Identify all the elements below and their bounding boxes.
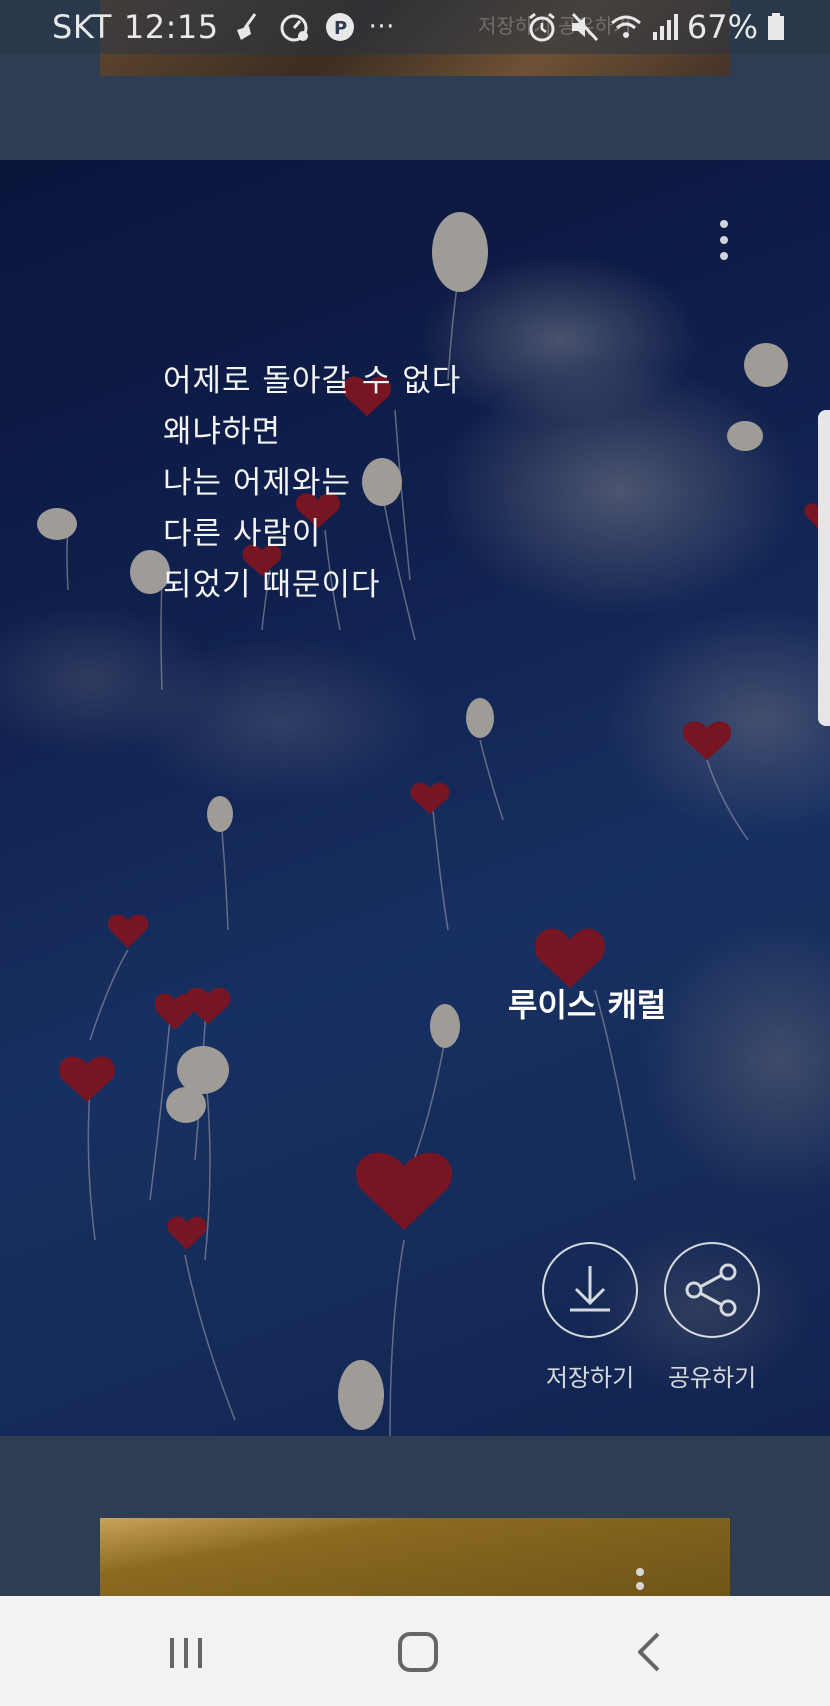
quote-line: 되었기 때문이다	[163, 567, 381, 603]
next-card-preview[interactable]	[100, 1518, 730, 1598]
edge-panel-handle[interactable]	[818, 410, 830, 726]
carrier-label: SKT	[52, 8, 112, 46]
mute-icon	[567, 10, 601, 44]
share-button[interactable]: 공유하기	[663, 1242, 761, 1393]
navigation-bar	[0, 1596, 830, 1706]
recent-apps-icon[interactable]	[156, 1626, 216, 1678]
quote-card[interactable]: 어제로 돌아갈 수 없다 왜냐하면 나는 어제와는 다른 사람이 되었기 때문이…	[0, 160, 830, 1436]
clock: 12:15	[123, 8, 219, 46]
quote-line: 어제로 돌아갈 수 없다	[163, 363, 462, 399]
quote-author: 루이스 캐럴	[508, 986, 667, 1024]
share-label: 공유하기	[667, 1364, 757, 1392]
signal-icon	[651, 10, 679, 44]
save-button[interactable]: 저장하기	[541, 1242, 639, 1393]
parking-icon: P	[323, 10, 357, 44]
save-label: 저장하기	[545, 1364, 635, 1392]
status-bar: SKT 12:15 P ··· 저장하기 공유하기 67%	[0, 0, 830, 54]
quote-line: 왜냐하면	[163, 414, 282, 450]
quote-line: 나는 어제와는	[163, 465, 351, 501]
quote-text: 어제로 돌아갈 수 없다 왜냐하면 나는 어제와는 다른 사람이 되었기 때문이…	[163, 356, 461, 611]
share-icon[interactable]	[664, 1242, 760, 1338]
overflow-indicator: ···	[368, 12, 395, 42]
back-icon[interactable]	[620, 1626, 680, 1678]
download-icon[interactable]	[542, 1242, 638, 1338]
home-icon[interactable]	[388, 1626, 448, 1678]
alarm-icon	[525, 10, 559, 44]
battery-icon	[766, 10, 786, 44]
quote-line: 다른 사람이	[163, 516, 322, 552]
more-options-icon[interactable]	[712, 216, 736, 266]
broom-icon	[231, 10, 265, 44]
battery-percent: 67%	[686, 8, 758, 46]
speedometer-icon	[277, 10, 311, 44]
wifi-icon	[609, 10, 643, 44]
svg-text:P: P	[334, 18, 348, 39]
